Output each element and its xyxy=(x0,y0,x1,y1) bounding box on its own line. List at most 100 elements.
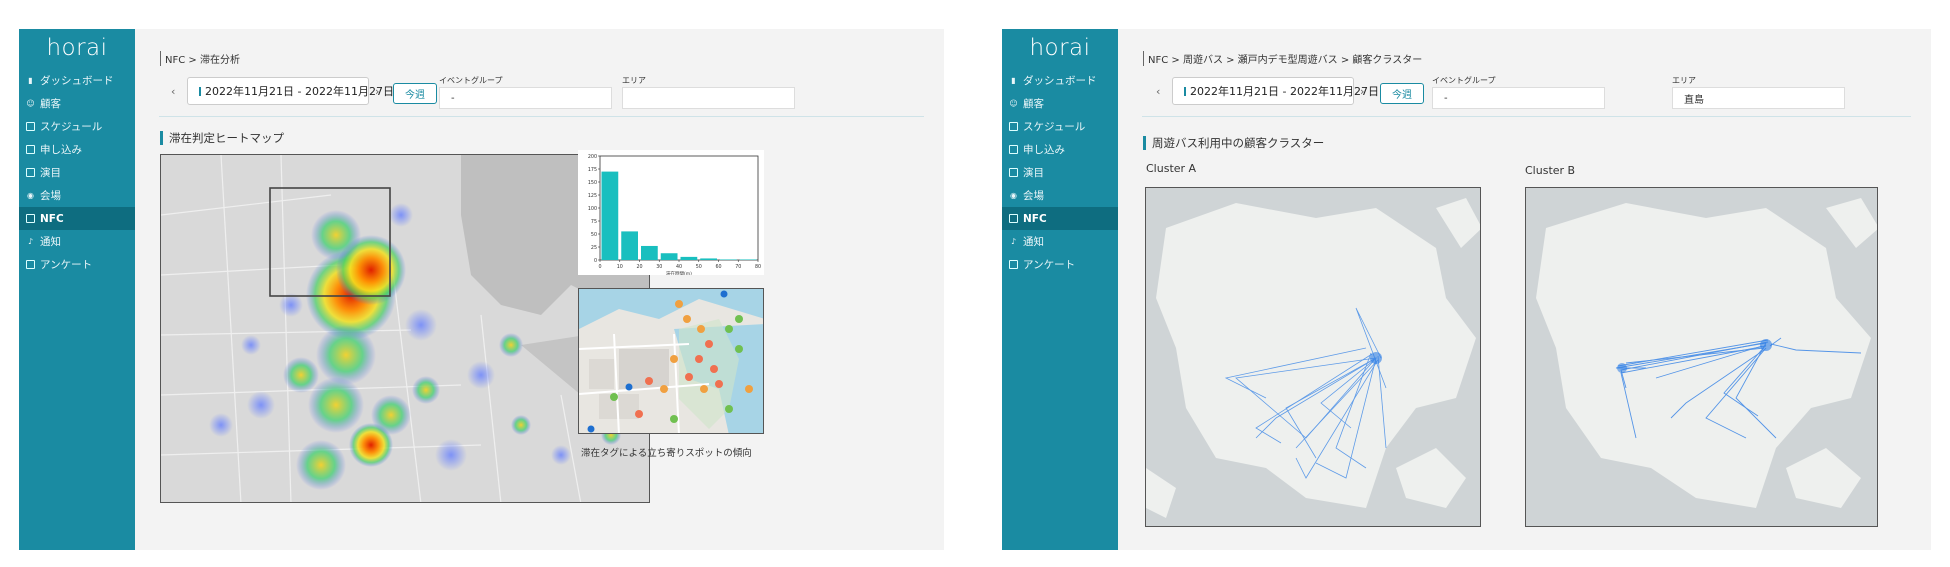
phone-icon xyxy=(26,214,35,223)
sidebar: horai ▮ ダッシュボード ☺ 顧客 スケジュール 申し込み 演目 ◉ 会場 NF… xyxy=(19,29,135,550)
sidebar-item-label: NFC xyxy=(1023,212,1047,225)
this-week-button[interactable]: 今週 xyxy=(1380,83,1424,104)
sidebar-item-schedule[interactable]: スケジュール xyxy=(1002,115,1118,138)
this-week-button[interactable]: 今週 xyxy=(393,83,437,104)
cluster-b-route-map xyxy=(1526,188,1877,526)
x-tick-label: 40 xyxy=(676,264,682,270)
cluster-a-map[interactable] xyxy=(1145,187,1481,527)
filter-bar: ‹ 2022年11月21日 - 2022年11月27日 › 今週 イベントグルー… xyxy=(1142,76,1911,109)
next-week-chevron-icon[interactable]: › xyxy=(375,85,379,98)
sidebar-item-label: スケジュール xyxy=(40,121,103,133)
y-tick-label: 200 xyxy=(588,154,597,160)
calendar-icon xyxy=(1009,122,1018,131)
sidebar-item-label: アンケート xyxy=(1023,259,1076,271)
breadcrumb: NFC > 周遊バス > 瀬戸内デモ型周遊バス > 顧客クラスター xyxy=(1143,51,1422,66)
ticket-icon xyxy=(1009,168,1018,177)
histogram-bar xyxy=(660,253,678,260)
x-tick-label: 80 xyxy=(755,264,761,270)
area-label: エリア xyxy=(622,76,646,85)
sidebar-item-applications[interactable]: 申し込み xyxy=(1002,138,1118,161)
sidebar-item-notifications[interactable]: ♪ 通知 xyxy=(19,230,135,253)
sidebar-item-label: 申し込み xyxy=(40,144,82,156)
sidebar-item-survey[interactable]: アンケート xyxy=(1002,253,1118,276)
sidebar-item-customers[interactable]: ☺ 顧客 xyxy=(19,92,135,115)
histogram-bar xyxy=(680,256,698,260)
sidebar-item-nfc[interactable]: NFC xyxy=(19,207,135,230)
ticket-icon xyxy=(26,168,35,177)
form-icon xyxy=(26,145,35,154)
divider xyxy=(1142,116,1911,117)
sidebar-nav: ▮ ダッシュボード ☺ 顧客 スケジュール 申し込み 演目 ◉ 会場 NFC ♪ 通知 … xyxy=(1002,69,1118,276)
spot-trend-map[interactable] xyxy=(578,288,764,434)
section-title: 周遊バス利用中の顧客クラスター xyxy=(1143,136,1324,150)
sidebar-item-label: スケジュール xyxy=(1023,121,1086,133)
histogram-bar xyxy=(621,231,638,260)
sidebar-item-label: ダッシュボード xyxy=(40,75,114,87)
histogram-bar xyxy=(739,259,757,260)
nfc-customer-cluster-screen: horai ▮ ダッシュボード ☺ 顧客 スケジュール 申し込み 演目 ◉ 会場 NF… xyxy=(1002,29,1931,550)
y-tick-label: 50 xyxy=(591,232,597,238)
area-select[interactable] xyxy=(622,87,795,109)
event-group-label: イベントグループ xyxy=(439,76,503,85)
y-tick-label: 0 xyxy=(594,258,597,264)
heatmap-map xyxy=(161,155,649,502)
date-range-picker[interactable]: 2022年11月21日 - 2022年11月27日 xyxy=(187,77,394,105)
sidebar-item-dashboard[interactable]: ▮ ダッシュボード xyxy=(19,69,135,92)
location-pin-icon: ◉ xyxy=(1010,191,1017,200)
breadcrumb: NFC > 滞在分析 xyxy=(160,51,240,66)
stay-heatmap[interactable] xyxy=(160,154,650,503)
sidebar-item-applications[interactable]: 申し込み xyxy=(19,138,135,161)
histogram-svg: 0 25 50 75 100 125 150 175 200 0 10 20 30 40 50 60 70 80 滞… xyxy=(588,154,761,275)
event-group-label: イベントグループ xyxy=(1432,76,1496,85)
event-group-select[interactable]: - xyxy=(1432,87,1605,109)
sidebar-item-programs[interactable]: 演目 xyxy=(19,161,135,184)
phone-icon xyxy=(1009,214,1018,223)
sidebar-item-customers[interactable]: ☺ 顧客 xyxy=(1002,92,1118,115)
filter-bar: ‹ 2022年11月21日 - 2022年11月27日 › 今週 イベントグルー… xyxy=(159,76,924,109)
x-tick-label: 30 xyxy=(656,264,662,270)
event-group-select[interactable]: - xyxy=(439,87,612,109)
area-select[interactable]: 直島 xyxy=(1672,87,1845,109)
x-tick-label: 60 xyxy=(715,264,721,270)
nfc-stay-analysis-screen: horai ▮ ダッシュボード ☺ 顧客 スケジュール 申し込み 演目 ◉ 会場 NF… xyxy=(19,29,944,550)
sidebar-item-nfc[interactable]: NFC xyxy=(1002,207,1118,230)
x-tick-label: 50 xyxy=(696,264,702,270)
prev-week-chevron-icon[interactable]: ‹ xyxy=(1156,85,1160,98)
x-tick-label: 10 xyxy=(617,264,623,270)
sidebar: horai ▮ ダッシュボード ☺ 顧客 スケジュール 申し込み 演目 ◉ 会場 NF… xyxy=(1002,29,1118,550)
y-tick-label: 125 xyxy=(588,193,597,199)
app-logo[interactable]: horai xyxy=(1002,35,1118,67)
sidebar-item-label: アンケート xyxy=(40,259,93,271)
chat-icon xyxy=(1009,260,1018,269)
sidebar-item-notifications[interactable]: ♪ 通知 xyxy=(1002,230,1118,253)
spot-map-svg xyxy=(579,289,763,433)
divider xyxy=(159,116,924,117)
sidebar-item-label: 演目 xyxy=(40,167,61,179)
bar-chart-icon: ▮ xyxy=(28,76,33,85)
histogram-bar xyxy=(601,171,619,260)
bell-icon: ♪ xyxy=(27,237,34,246)
cluster-b-map[interactable] xyxy=(1525,187,1878,527)
sidebar-nav: ▮ ダッシュボード ☺ 顧客 スケジュール 申し込み 演目 ◉ 会場 NFC ♪ 通知 … xyxy=(19,69,135,276)
sidebar-item-venues[interactable]: ◉ 会場 xyxy=(1002,184,1118,207)
date-range-text: 2022年11月21日 - 2022年11月27日 xyxy=(1190,85,1379,98)
main-content: NFC > 周遊バス > 瀬戸内デモ型周遊バス > 顧客クラスター ‹ 2022… xyxy=(1118,29,1931,550)
sidebar-item-programs[interactable]: 演目 xyxy=(1002,161,1118,184)
sidebar-item-schedule[interactable]: スケジュール xyxy=(19,115,135,138)
prev-week-chevron-icon[interactable]: ‹ xyxy=(171,85,175,98)
next-week-chevron-icon[interactable]: › xyxy=(1360,85,1364,98)
sidebar-item-venues[interactable]: ◉ 会場 xyxy=(19,184,135,207)
sidebar-item-label: ダッシュボード xyxy=(1023,75,1097,87)
date-range-text: 2022年11月21日 - 2022年11月27日 xyxy=(205,85,394,98)
cluster-a-label: Cluster A xyxy=(1146,162,1197,175)
cluster-a-route-map xyxy=(1146,188,1480,526)
y-tick-label: 175 xyxy=(588,167,597,173)
date-range-picker[interactable]: 2022年11月21日 - 2022年11月27日 xyxy=(1172,77,1379,105)
sidebar-item-survey[interactable]: アンケート xyxy=(19,253,135,276)
app-logo[interactable]: horai xyxy=(19,35,135,67)
sidebar-item-dashboard[interactable]: ▮ ダッシュボード xyxy=(1002,69,1118,92)
bell-icon: ♪ xyxy=(1010,237,1017,246)
stay-duration-histogram: 0 25 50 75 100 125 150 175 200 0 10 20 30 40 50 60 70 80 滞… xyxy=(578,150,764,275)
sidebar-item-label: 演目 xyxy=(1023,167,1044,179)
person-icon: ☺ xyxy=(1009,99,1018,108)
